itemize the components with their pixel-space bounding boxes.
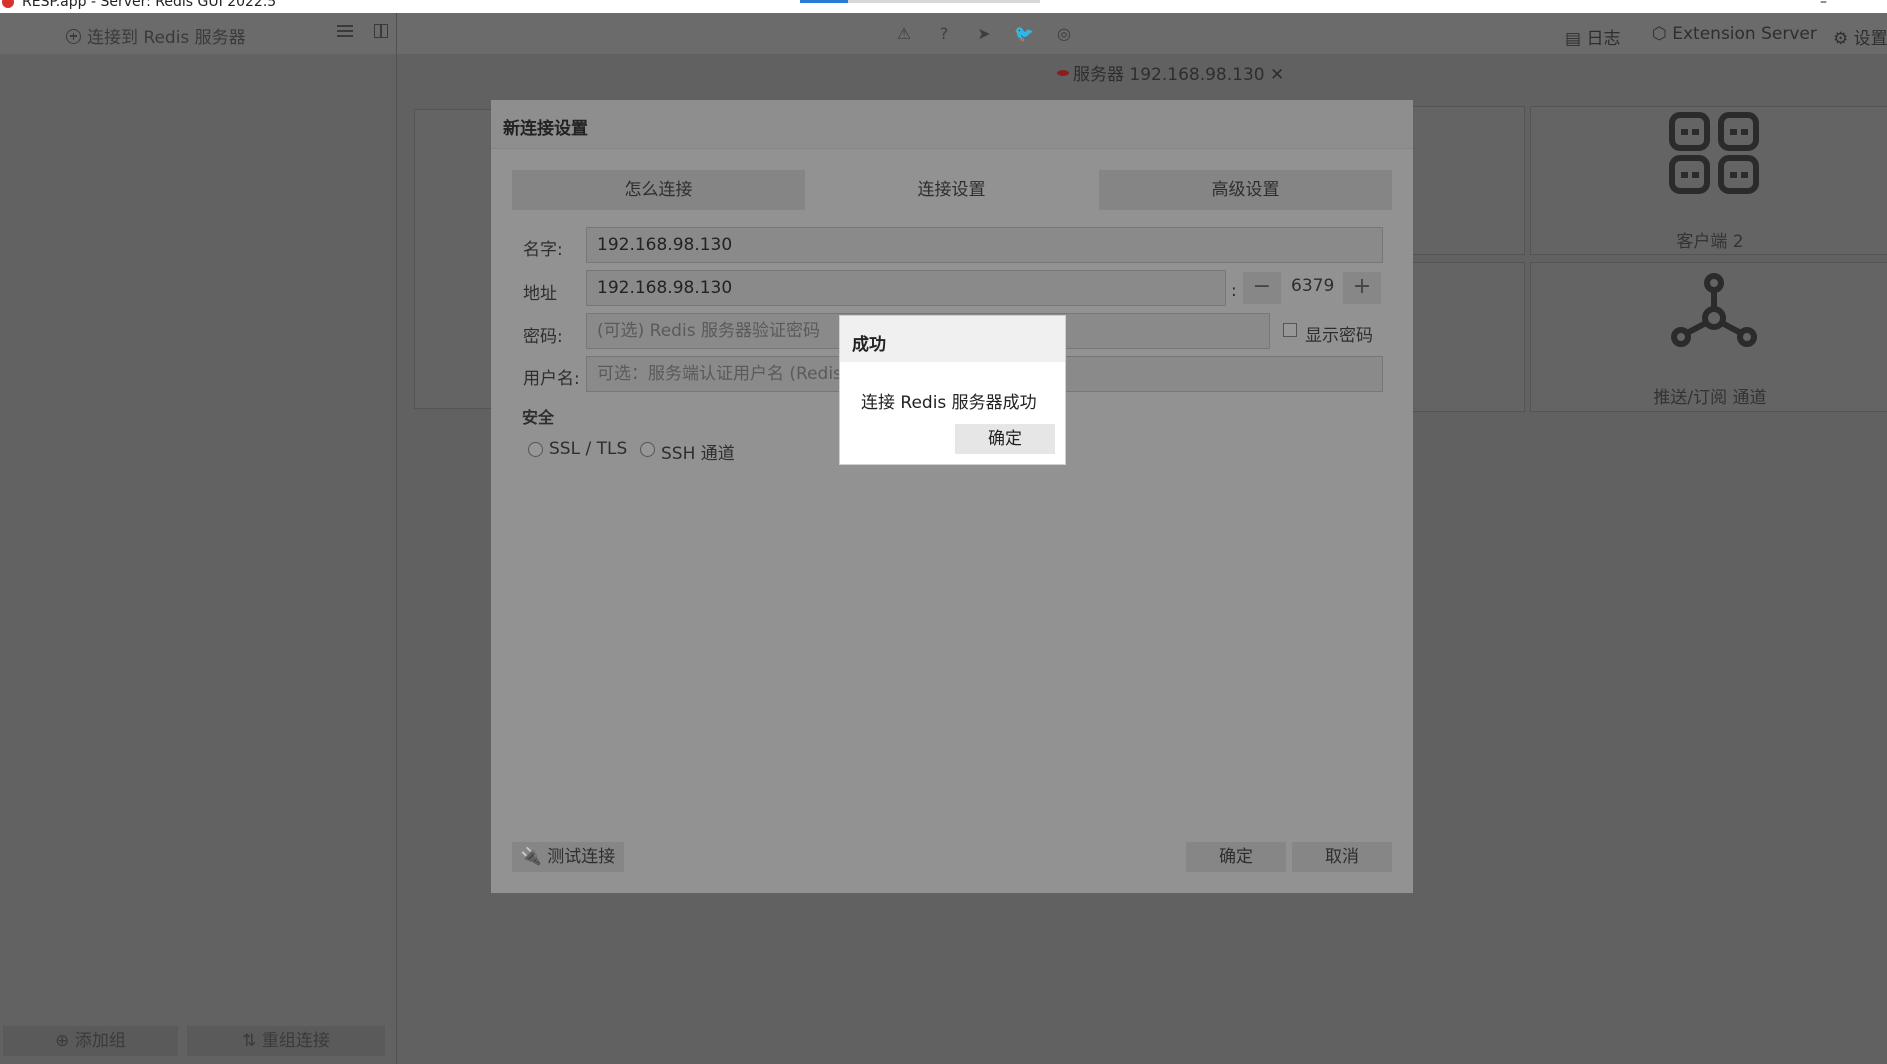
name-input[interactable]: 192.168.98.130 [586, 227, 1383, 263]
show-password-label: 显示密码 [1305, 326, 1373, 346]
server-tab[interactable]: 服务器 192.168.98.130 ✕ [1057, 60, 1284, 85]
settings-label: 设置 [1853, 29, 1887, 49]
username-label: 用户名: [523, 369, 580, 389]
sidebar-footer: ⊕ 添加组 ⇅ 重组连接 [0, 1026, 397, 1064]
tab-advanced-settings[interactable]: 高级设置 [1099, 170, 1392, 210]
ssh-tunnel-radio[interactable] [640, 442, 655, 457]
security-section-label: 安全 [522, 408, 555, 427]
add-group-label: 添加组 [74, 1031, 126, 1051]
log-button[interactable]: ▤ 日志 [1565, 24, 1620, 49]
loading-progress-fill [800, 0, 848, 3]
clipboard-icon: ▤ [1565, 29, 1582, 49]
title-bar: RESP.app - Server: Redis GUI 2022.5 – [0, 0, 1887, 13]
warning-icon[interactable]: ⚠ [884, 24, 924, 43]
settings-button[interactable]: ⚙ 设置 [1833, 24, 1887, 49]
add-group-button[interactable]: ⊕ 添加组 [3, 1026, 178, 1056]
sort-arrows-icon: ⇅ [242, 1031, 257, 1051]
dialog-title: 新连接设置 [503, 119, 588, 139]
connect-to-redis-label: 连接到 Redis 服务器 [87, 28, 246, 48]
gear-icon: ⚙ [1833, 29, 1849, 49]
port-value[interactable]: 6379 [1291, 276, 1334, 296]
add-circle-icon: ⊕ [55, 1031, 70, 1051]
pubsub-channel-icon [1671, 273, 1757, 347]
tab-connection-settings[interactable]: 连接设置 [805, 170, 1098, 210]
regroup-connections-button[interactable]: ⇅ 重组连接 [187, 1026, 385, 1056]
message-box-text: 连接 Redis 服务器成功 [861, 393, 1037, 413]
message-box-ok-button[interactable]: 确定 [955, 424, 1055, 454]
server-info-card[interactable] [1405, 106, 1525, 255]
dialog-ok-button[interactable]: 确定 [1186, 842, 1286, 872]
connect-to-redis-button[interactable]: 连接到 Redis 服务器 [66, 23, 246, 48]
test-connection-label: 测试连接 [547, 847, 616, 867]
address-label: 地址 [523, 284, 557, 304]
telegram-icon[interactable]: ➤ [964, 24, 1004, 43]
name-label: 名字: [523, 240, 563, 260]
github-icon[interactable]: ◎ [1044, 24, 1084, 43]
plug-icon: 🔌 [520, 847, 542, 867]
ssl-tls-label: SSL / TLS [549, 439, 628, 459]
app-title: RESP.app - Server: Redis GUI 2022.5 [22, 0, 277, 10]
minimize-window-button[interactable]: – [1820, 0, 1827, 10]
port-separator: : [1231, 281, 1237, 301]
extension-server-label: Extension Server [1672, 24, 1817, 44]
tab-how-to-connect[interactable]: 怎么连接 [512, 170, 805, 210]
ssl-tls-radio[interactable] [528, 442, 543, 457]
clients-card[interactable]: 客户端 2 [1530, 106, 1887, 255]
clients-card-label: 客户端 2 [1676, 232, 1744, 252]
twitter-icon[interactable]: 🐦 [1004, 24, 1044, 43]
dialog-cancel-button[interactable]: 取消 [1292, 842, 1392, 872]
app-logo-icon [2, 0, 14, 8]
ssh-tunnel-label: SSH 通道 [661, 444, 735, 464]
add-circle-icon [66, 29, 81, 44]
regroup-connections-label: 重组连接 [261, 1031, 330, 1051]
split-view-icon[interactable] [374, 24, 388, 38]
dialog-header: 新连接设置 [491, 100, 1413, 149]
server-info-card[interactable] [1405, 262, 1525, 412]
message-box-header: 成功 [840, 316, 1065, 362]
port-decrement-button[interactable]: − [1243, 272, 1281, 304]
extension-server-button[interactable]: ⬡ Extension Server [1652, 24, 1817, 44]
connections-sidebar [0, 54, 397, 1064]
message-box-title: 成功 [852, 335, 886, 355]
list-view-icon[interactable] [337, 25, 353, 39]
help-icon[interactable]: ? [924, 24, 964, 43]
success-message-box: 成功 连接 Redis 服务器成功 确定 [839, 315, 1066, 465]
server-tab-title: 服务器 192.168.98.130 [1073, 65, 1265, 85]
show-password-checkbox[interactable] [1283, 323, 1297, 337]
clients-grid-icon [1669, 112, 1759, 194]
test-connection-button[interactable]: 🔌 测试连接 [512, 842, 624, 872]
toolbar-center-icons: ⚠? ➤ 🐦 ◎ [884, 24, 1084, 43]
pubsub-card-label: 推送/订阅 通道 [1653, 388, 1767, 408]
redis-icon [1057, 70, 1069, 76]
password-label: 密码: [523, 327, 563, 347]
pubsub-card[interactable]: 推送/订阅 通道 [1530, 262, 1887, 412]
close-icon[interactable]: ✕ [1270, 65, 1284, 85]
address-input[interactable]: 192.168.98.130 [586, 270, 1226, 306]
loading-progress-bar [800, 0, 1040, 3]
port-increment-button[interactable]: + [1343, 272, 1381, 304]
sidebar-header: 连接到 Redis 服务器 [0, 13, 397, 54]
new-connection-dialog: 新连接设置 [491, 100, 1413, 893]
extension-icon: ⬡ [1652, 24, 1667, 44]
log-label: 日志 [1586, 29, 1621, 49]
